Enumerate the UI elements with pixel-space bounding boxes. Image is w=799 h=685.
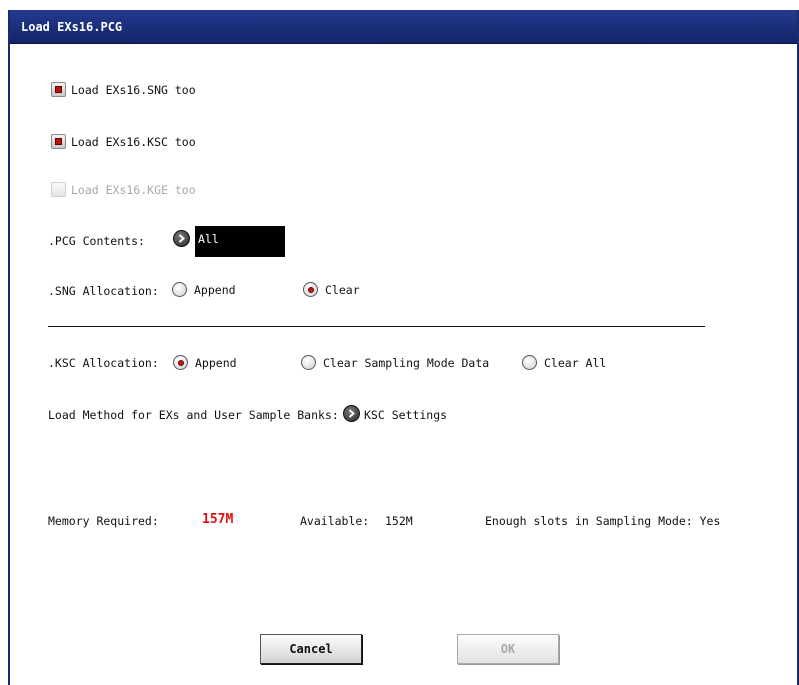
sng-allocation-label: .SNG Allocation: [48,284,159,298]
cancel-button[interactable]: Cancel [260,634,362,664]
section-divider [48,326,705,327]
sng-append-label: Append [194,283,236,297]
load-sng-label: Load EXs16.SNG too [71,83,196,97]
radio-selected-dot [307,286,314,293]
load-pcg-dialog: Load EXs16.PCG Load EXs16.SNG too Load E… [8,10,799,685]
pcg-contents-label: .PCG Contents: [48,234,145,248]
pcg-contents-field[interactable]: All [195,226,285,257]
radio-selected-dot [177,359,184,366]
ksc-clear-all-radio[interactable] [522,355,537,370]
dialog-title-bar: Load EXs16.PCG [10,10,797,44]
ksc-append-radio[interactable] [173,355,188,370]
chevron-right-icon [348,409,356,418]
load-method-label: Load Method for EXs and User Sample Bank… [48,408,339,422]
sng-clear-label: Clear [325,283,360,297]
load-sng-checkbox[interactable] [51,82,66,97]
load-method-value: KSC Settings [364,408,448,422]
memory-required-value: 157M [202,512,234,527]
load-kge-checkbox [51,182,66,197]
memory-required-label: Memory Required: [48,514,159,528]
ok-button[interactable]: OK [457,634,559,664]
pcg-contents-value: All [198,232,219,246]
load-ksc-label: Load EXs16.KSC too [71,135,196,149]
chevron-right-icon [178,234,186,243]
checkbox-checked-mark [55,86,62,93]
ksc-clear-sampling-radio[interactable] [301,355,316,370]
sng-append-radio[interactable] [172,282,187,297]
dialog-title: Load EXs16.PCG [21,20,123,34]
ksc-clear-all-label: Clear All [544,356,607,370]
ksc-clear-sampling-label: Clear Sampling Mode Data [323,356,490,370]
memory-available-label: Available: [300,514,370,528]
load-kge-label: Load EXs16.KGE too [71,183,196,197]
checkbox-checked-mark [55,138,62,145]
sampling-slots-status: Enough slots in Sampling Mode: Yes [485,514,721,528]
memory-available-value: 152M [385,514,413,528]
load-ksc-checkbox[interactable] [51,134,66,149]
load-method-popup-button[interactable] [343,405,360,422]
pcg-contents-popup-button[interactable] [173,230,190,247]
ksc-allocation-label: .KSC Allocation: [48,356,159,370]
ksc-append-label: Append [195,356,237,370]
sng-clear-radio[interactable] [303,282,318,297]
